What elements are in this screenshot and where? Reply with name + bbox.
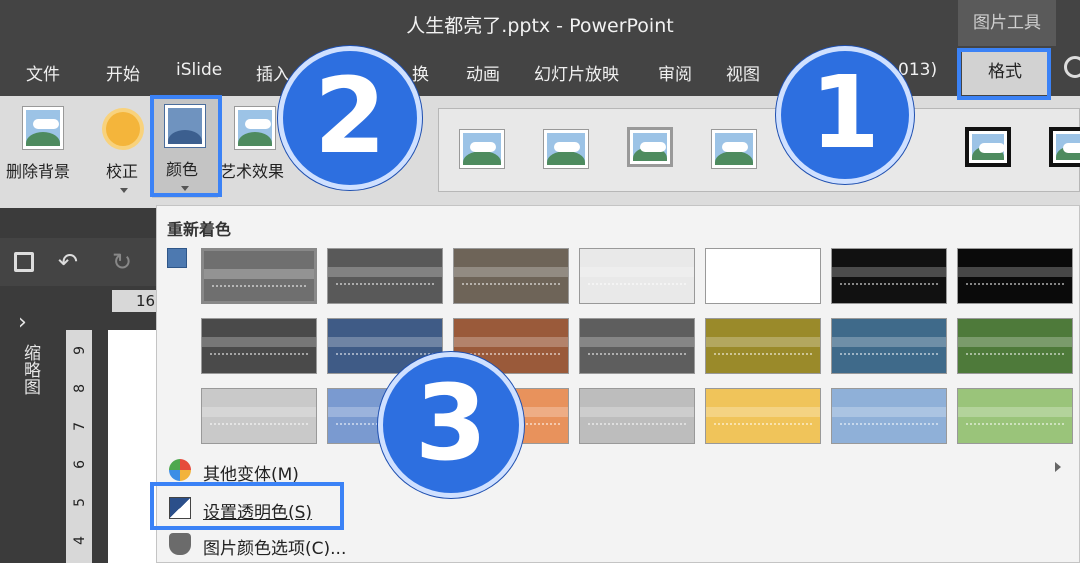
recolor-swatch[interactable] xyxy=(705,388,821,444)
picture-style-option[interactable] xyxy=(543,129,589,169)
step-badge-1: 1 xyxy=(776,46,914,184)
title-bar: 人生都亮了.pptx - PowerPoint 图片工具 xyxy=(0,0,1080,46)
picture-style-option[interactable] xyxy=(627,127,673,167)
ruler-tick: 9 xyxy=(72,346,88,355)
remove-background-icon xyxy=(22,106,64,150)
tab-addin[interactable]: 013) xyxy=(898,60,937,80)
step-badge-3: 3 xyxy=(378,352,524,498)
recolor-swatch[interactable] xyxy=(201,388,317,444)
remove-background-label: 删除背景 xyxy=(6,162,71,181)
tab-insert[interactable]: 插入 xyxy=(256,60,290,85)
ruler-tick: 4 xyxy=(72,536,88,545)
color-wheel-icon xyxy=(169,459,191,481)
tab-review[interactable]: 审阅 xyxy=(658,60,692,85)
picture-style-option[interactable] xyxy=(965,127,1011,167)
tab-slideshow[interactable]: 幻灯片放映 xyxy=(534,60,619,85)
picture-styles-gallery xyxy=(438,108,1080,192)
recolor-swatch[interactable] xyxy=(831,318,947,374)
recolor-swatch[interactable] xyxy=(831,388,947,444)
artistic-effects-icon xyxy=(234,106,276,150)
horizontal-ruler: 16 xyxy=(112,290,158,312)
color-button-highlight xyxy=(150,95,222,197)
tab-view[interactable]: 视图 xyxy=(726,60,760,85)
step-badge-2: 2 xyxy=(278,46,422,190)
window-title: 人生都亮了.pptx - PowerPoint xyxy=(406,15,674,37)
corrections-label: 校正 xyxy=(106,162,139,181)
recolor-swatch[interactable] xyxy=(327,248,443,304)
artistic-effects-label: 艺术效果 xyxy=(220,162,285,181)
save-icon[interactable] xyxy=(14,252,34,272)
paint-bucket-icon xyxy=(169,533,191,555)
recolor-swatch[interactable] xyxy=(705,248,821,304)
ruler-tick: 7 xyxy=(72,422,88,431)
recolor-swatch[interactable] xyxy=(957,388,1073,444)
recolor-swatch[interactable] xyxy=(705,318,821,374)
picture-icon xyxy=(167,248,187,268)
picture-style-option[interactable] xyxy=(711,129,757,169)
recolor-swatch[interactable] xyxy=(201,318,317,374)
search-icon[interactable] xyxy=(1064,56,1080,78)
recolor-swatch[interactable] xyxy=(579,318,695,374)
ribbon-tabs: 文件 开始 iSlide 插入 换 动画 幻灯片放映 审阅 视图 013) xyxy=(0,46,1080,96)
recolor-swatch[interactable] xyxy=(201,248,317,304)
picture-tools-group: 图片工具 xyxy=(958,0,1056,46)
recolor-swatch[interactable] xyxy=(453,248,569,304)
corrections-button[interactable]: 校正 xyxy=(100,100,150,200)
ruler-tick: 5 xyxy=(72,498,88,507)
recolor-swatch[interactable] xyxy=(957,318,1073,374)
picture-color-options-label: 图片颜色选项(C)... xyxy=(203,539,347,559)
picture-style-option[interactable] xyxy=(1049,127,1080,167)
ruler-tick: 8 xyxy=(72,384,88,393)
expand-chevron-icon[interactable]: › xyxy=(18,310,27,335)
recolor-swatch[interactable] xyxy=(579,248,695,304)
recolor-swatch[interactable] xyxy=(957,248,1073,304)
transparent-color-highlight xyxy=(150,482,344,530)
sun-icon xyxy=(106,112,140,146)
format-tab-highlight xyxy=(957,48,1051,100)
recolor-swatch[interactable] xyxy=(831,248,947,304)
remove-background-button[interactable]: 删除背景 xyxy=(4,100,84,200)
redo-icon[interactable]: ↻ xyxy=(112,248,132,276)
undo-icon[interactable]: ↶ xyxy=(58,248,78,276)
corrections-caret-icon xyxy=(120,188,128,193)
tab-home[interactable]: 开始 xyxy=(106,60,140,85)
recolor-swatch[interactable] xyxy=(579,388,695,444)
tab-file[interactable]: 文件 xyxy=(26,60,60,85)
recolor-heading: 重新着色 xyxy=(167,220,232,239)
picture-color-options-item[interactable]: 图片颜色选项(C)... xyxy=(163,528,1073,560)
vertical-ruler: 9 8 7 6 5 4 xyxy=(66,330,92,563)
tab-transitions[interactable]: 换 xyxy=(412,60,429,85)
tab-animations[interactable]: 动画 xyxy=(466,60,500,85)
ruler-tick: 6 xyxy=(72,460,88,469)
quick-access-toolbar: ↶ ↻ xyxy=(0,238,158,286)
tab-islide[interactable]: iSlide xyxy=(176,60,222,80)
thumbnails-pane-label[interactable]: 缩略图 xyxy=(18,344,43,395)
picture-style-option[interactable] xyxy=(459,129,505,169)
